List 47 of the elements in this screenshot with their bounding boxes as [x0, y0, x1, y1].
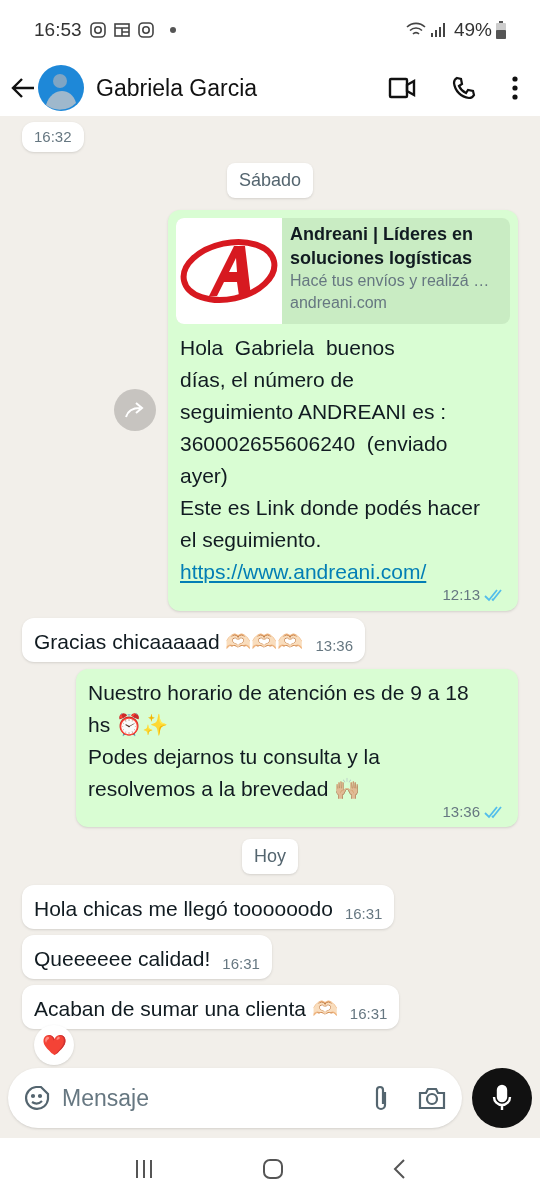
- logo-icon: [179, 238, 279, 304]
- home-icon[interactable]: [262, 1158, 284, 1180]
- message-time: 12:13: [442, 585, 480, 605]
- message-text: Queeeeee calidad!: [34, 946, 211, 972]
- date-chip: Sábado: [226, 163, 314, 198]
- status-time: 16:53: [34, 17, 82, 42]
- preview-description: Hacé tus envíos y realizá …: [290, 271, 491, 291]
- message-time: 16:31: [349, 1003, 388, 1024]
- phone-icon: [452, 76, 476, 100]
- message-time: 16:31: [222, 953, 260, 974]
- message-link[interactable]: https://www.andreani.com/: [180, 556, 506, 588]
- battery-percent: 49%: [453, 17, 492, 42]
- message-time: 16:31: [344, 903, 383, 924]
- more-vertical-icon: [512, 76, 518, 100]
- microphone-icon: [492, 1084, 512, 1112]
- camera-app-icon: [89, 22, 106, 38]
- reaction-badge[interactable]: ❤: [34, 1025, 74, 1065]
- date-chip: Hoy: [242, 839, 298, 874]
- back-icon[interactable]: [392, 1158, 406, 1180]
- message-time: 16:32: [34, 126, 72, 147]
- message-input[interactable]: Mensaje: [8, 1068, 462, 1128]
- recent-apps-icon[interactable]: [134, 1160, 154, 1178]
- calendar-icon: [113, 22, 130, 38]
- video-camera-icon: [388, 77, 416, 99]
- message-text: Acaban de sumar una clienta 🫶🏻: [34, 996, 338, 1022]
- preview-title: Andreani | Líderes en soluciones logísticas: [290, 223, 475, 270]
- sticker-icon: [24, 1085, 50, 1111]
- message-time: 13:36: [442, 801, 480, 822]
- notification-dot-icon: [169, 27, 176, 33]
- message-text: Nuestro horario de atención es de 9 a 18 hs ⏰✨ Podes dejarnos tu consulta y la resolvemos a la brevedad 🙌🏼: [88, 679, 470, 802]
- message-time: 13:36: [315, 636, 353, 656]
- message-text: Hola chicas me llegó toooooodo: [34, 896, 333, 922]
- avatar[interactable]: [38, 65, 84, 111]
- camera-app-icon: [137, 22, 154, 38]
- forward-icon: [124, 401, 146, 420]
- message-text: Gracias chicaaaaad 🫶🏻🫶🏻🫶🏻: [34, 628, 304, 655]
- camera-icon[interactable]: [418, 1086, 446, 1110]
- signal-icon: [429, 22, 446, 38]
- message-text: Hola Gabriela buenos días, el número de seguimiento ANDREANI es : 360002655606240 (enviado ayer) Este es Link donde podés hacer el seguimiento.: [180, 335, 481, 553]
- video-call-button[interactable]: [388, 77, 416, 99]
- back-arrow-icon: [11, 77, 35, 99]
- battery-icon: [496, 21, 506, 39]
- preview-domain: andreani.com: [290, 293, 388, 313]
- more-options-button[interactable]: [512, 76, 518, 100]
- message-placeholder[interactable]: Mensaje: [62, 1080, 360, 1116]
- microphone-button[interactable]: [472, 1068, 532, 1128]
- voice-call-button[interactable]: [452, 76, 476, 100]
